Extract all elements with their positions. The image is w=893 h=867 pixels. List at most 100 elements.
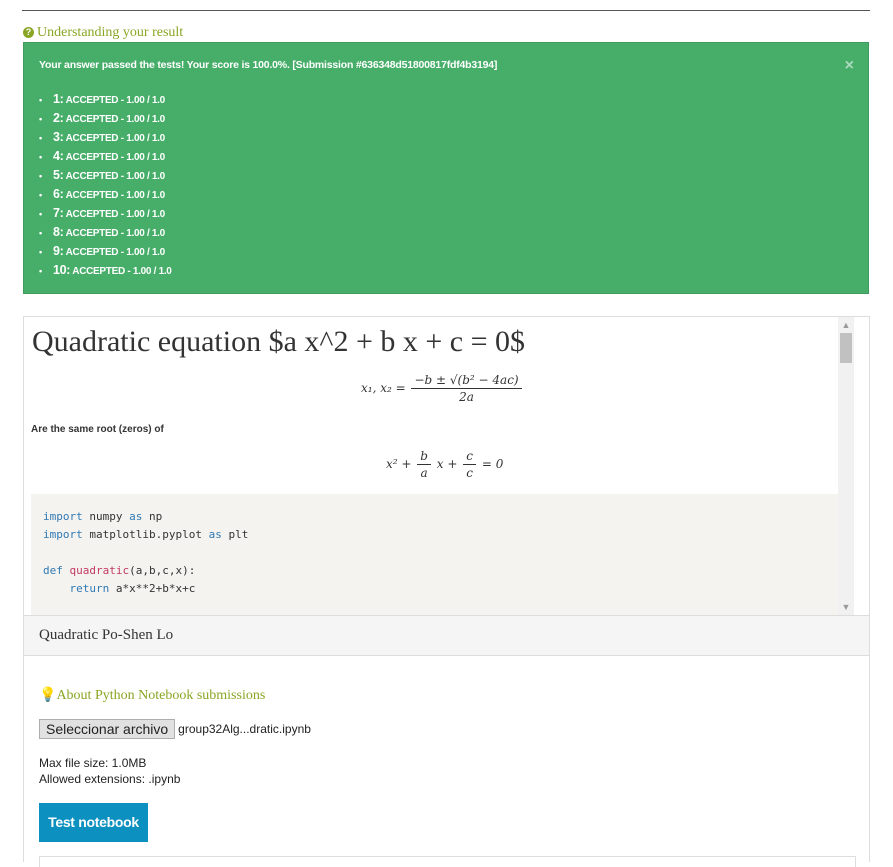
formula-term: = 0	[481, 457, 504, 471]
understanding-result-label: Understanding your result	[37, 25, 184, 40]
statement-scrollbar[interactable]: ▲ ▼	[838, 317, 854, 615]
bullet-icon: •	[39, 114, 42, 124]
problem-statement[interactable]: Quadratic equation $a x^2 + b x + c = 0$…	[24, 317, 854, 615]
scroll-up-icon[interactable]: ▲	[838, 317, 854, 333]
bullet-icon: •	[39, 247, 42, 257]
formula-numerator: −b ± √(b² − 4ac)	[411, 373, 522, 389]
bullet-icon: •	[39, 266, 42, 276]
roots-formula: x₁, x₂ = −b ± √(b² − 4ac) 2a	[361, 373, 524, 404]
code-text: matplotlib.pyplot	[82, 528, 209, 541]
result-alert: Your answer passed the tests! Your score…	[23, 42, 869, 294]
code-block: import numpy as np import matplotlib.pyp…	[31, 494, 847, 615]
test-result: ACCEPTED - 1.00 / 1.0	[65, 247, 166, 258]
formula-denominator: a	[420, 466, 428, 480]
test-result: ACCEPTED - 1.00 / 1.0	[65, 209, 166, 220]
formula-denominator: c	[466, 466, 473, 480]
test-result: ACCEPTED - 1.00 / 1.0	[65, 114, 166, 125]
formula-numerator: b	[417, 449, 431, 465]
close-icon[interactable]: ×	[845, 58, 854, 74]
test-result: ACCEPTED - 1.00 / 1.0	[65, 95, 166, 106]
code-line: import matplotlib.pyplot as plt	[43, 526, 835, 544]
upload-constraints: Max file size: 1.0MB Allowed extensions:…	[39, 755, 180, 787]
code-text: (a,b,c,x):	[129, 564, 196, 577]
test-result: ACCEPTED - 1.00 / 1.0	[65, 228, 166, 239]
list-item: • 10: ACCEPTED - 1.00 / 1.0	[39, 261, 172, 280]
test-number: 9:	[53, 244, 64, 258]
polynomial-formula: x² + ba x + cc = 0	[386, 449, 503, 480]
list-item: • 6: ACCEPTED - 1.00 / 1.0	[39, 185, 172, 204]
code-keyword: as	[208, 528, 222, 541]
subproblem-header: Quadratic Po-Shen Lo	[24, 615, 869, 656]
list-item: • 8: ACCEPTED - 1.00 / 1.0	[39, 223, 172, 242]
list-item: • 7: ACCEPTED - 1.00 / 1.0	[39, 204, 172, 223]
formula-fraction: −b ± √(b² − 4ac) 2a	[411, 373, 522, 404]
choose-file-button[interactable]: Seleccionar archivo	[39, 719, 176, 739]
test-results-list: • 1: ACCEPTED - 1.00 / 1.0 • 2: ACCEPTED -…	[39, 90, 172, 280]
bullet-icon: •	[39, 133, 42, 143]
bullet-icon: •	[39, 152, 42, 162]
selected-file-name: group32Alg...dratic.ipynb	[178, 722, 311, 736]
formula-term: x +	[436, 457, 458, 471]
same-root-text: Are the same root (zeros) of	[31, 424, 164, 435]
test-number: 2:	[53, 111, 64, 125]
bullet-icon: •	[39, 209, 42, 219]
scroll-down-icon[interactable]: ▼	[838, 599, 854, 615]
formula-denominator: 2a	[459, 390, 474, 404]
list-item: • 9: ACCEPTED - 1.00 / 1.0	[39, 242, 172, 261]
test-number: 5:	[53, 168, 64, 182]
file-upload: Seleccionar archivo group32Alg...dratic.i…	[39, 719, 311, 739]
code-line: import numpy as np	[43, 508, 835, 526]
about-submissions-link[interactable]: 💡About Python Notebook submissions	[39, 687, 265, 704]
formula-lhs: x₁, x₂ =	[361, 381, 406, 395]
code-text: np	[142, 510, 163, 523]
test-result: ACCEPTED - 1.00 / 1.0	[65, 133, 166, 144]
understanding-result-link[interactable]: ? Understanding your result	[23, 25, 183, 41]
test-result: ACCEPTED - 1.00 / 1.0	[65, 190, 166, 201]
test-number: 3:	[53, 130, 64, 144]
test-number: 7:	[53, 206, 64, 220]
result-message: Your answer passed the tests! Your score…	[39, 59, 498, 71]
code-text: a*x**2+b*x+c	[109, 582, 196, 595]
about-submissions-label: About Python Notebook submissions	[56, 688, 266, 703]
code-text: plt	[221, 528, 249, 541]
list-item: • 4: ACCEPTED - 1.00 / 1.0	[39, 147, 172, 166]
bullet-icon: •	[39, 190, 42, 200]
subproblem-title: Quadratic Po-Shen Lo	[39, 627, 174, 643]
code-keyword: def	[43, 564, 63, 577]
question-circle-icon: ?	[23, 27, 34, 38]
task-panel: Quadratic equation $a x^2 + b x + c = 0$…	[23, 316, 870, 867]
code-keyword: import	[43, 528, 83, 541]
list-item: • 3: ACCEPTED - 1.00 / 1.0	[39, 128, 172, 147]
test-number: 1:	[53, 92, 64, 106]
formula-numerator: c	[463, 449, 476, 465]
formula-fraction: ba	[417, 449, 431, 480]
lightbulb-icon: 💡	[39, 688, 57, 703]
problem-title: Quadratic equation $a x^2 + b x + c = 0$	[32, 325, 526, 358]
test-number: 6:	[53, 187, 64, 201]
code-function: quadratic	[69, 564, 130, 577]
formula-term: x² +	[386, 457, 412, 471]
test-result: ACCEPTED - 1.00 / 1.0	[65, 171, 166, 182]
code-text: numpy	[82, 510, 130, 523]
list-item: • 1: ACCEPTED - 1.00 / 1.0	[39, 90, 172, 109]
allowed-extensions: Allowed extensions: .ipynb	[39, 772, 181, 786]
code-line: return a*x**2+b*x+c	[43, 580, 835, 598]
test-number: 8:	[53, 225, 64, 239]
bullet-icon: •	[39, 95, 42, 105]
code-line: def quadratic(a,b,c,x):	[43, 562, 835, 580]
test-number: 10:	[53, 263, 71, 277]
code-keyword: as	[129, 510, 143, 523]
top-divider	[22, 10, 870, 11]
bullet-icon: •	[39, 228, 42, 238]
list-item: • 5: ACCEPTED - 1.00 / 1.0	[39, 166, 172, 185]
test-number: 4:	[53, 149, 64, 163]
scroll-thumb[interactable]	[840, 333, 852, 363]
test-result: ACCEPTED - 1.00 / 1.0	[72, 266, 172, 277]
test-result: ACCEPTED - 1.00 / 1.0	[65, 152, 166, 163]
list-item: • 2: ACCEPTED - 1.00 / 1.0	[39, 109, 172, 128]
code-keyword: return	[43, 582, 110, 595]
test-notebook-button[interactable]: Test notebook	[39, 803, 148, 842]
bullet-icon: •	[39, 171, 42, 181]
max-file-size: Max file size: 1.0MB	[39, 756, 147, 770]
